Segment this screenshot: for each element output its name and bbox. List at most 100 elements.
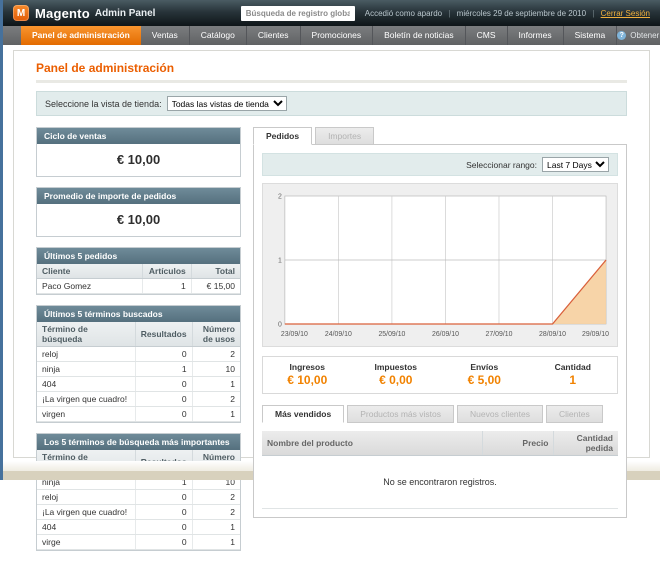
table-cell: 2 (192, 392, 240, 407)
total-cantidad: Cantidad1 (529, 362, 618, 387)
table-cell: 1 (192, 520, 240, 535)
magento-logo-icon: M (13, 5, 29, 21)
last-search-terms-box: Últimos 5 términos buscados Término de b… (36, 305, 241, 423)
nav-item-cms[interactable]: CMS (466, 26, 508, 45)
table-cell: 0 (135, 407, 192, 422)
total-label: Cantidad (529, 362, 618, 372)
global-search-input[interactable] (241, 6, 355, 21)
table-cell: 404 (37, 520, 135, 535)
total-label: Impuestos (352, 362, 441, 372)
dashboard-left-column: Ciclo de ventas € 10,00 Promedio de impo… (36, 127, 241, 561)
page-help-link[interactable]: ? Obtener ayuda para esta página (617, 26, 660, 45)
table-cell: reloj (37, 347, 135, 362)
total-envios: Envíos€ 5,00 (440, 362, 529, 387)
nav-item-clientes[interactable]: Clientes (247, 26, 301, 45)
brand-suffix: Admin Panel (95, 8, 156, 19)
nav-item-sistema[interactable]: Sistema (564, 26, 618, 45)
column-header-total: Total (191, 264, 240, 279)
total-value: € 0,00 (352, 373, 441, 387)
table-row: reloj02 (37, 490, 240, 505)
lifetime-sales-value: € 10,00 (37, 144, 240, 176)
table-cell: 0 (135, 535, 192, 550)
table-cell: 0 (135, 490, 192, 505)
range-select[interactable]: Last 7 Days (542, 157, 609, 172)
nav-item-boletin-de-noticias[interactable]: Boletín de noticias (373, 26, 465, 45)
table-cell: 2 (192, 347, 240, 362)
empty-grid-message: No se encontraron registros. (262, 456, 618, 509)
lifetime-sales-box: Ciclo de ventas € 10,00 (36, 127, 241, 177)
table-cell: ¡La virgen que cuadro! (37, 505, 135, 520)
total-label: Envíos (440, 362, 529, 372)
bestsellers-grid: Nombre del productoPrecioCantidad pedida… (262, 431, 618, 509)
range-bar: Seleccionar rango: Last 7 Days (262, 153, 618, 176)
table-cell: 10 (192, 362, 240, 377)
svg-text:2: 2 (278, 193, 282, 200)
table-cell: 0 (135, 392, 192, 407)
grid-tab-clientes[interactable]: Clientes (546, 405, 603, 423)
current-date: miércoles 29 de septiembre de 2010 (457, 9, 586, 18)
table-cell: 1 (192, 377, 240, 392)
last-orders-box: Últimos 5 pedidos ClienteArtículosTotalP… (36, 247, 241, 295)
table-row: reloj02 (37, 347, 240, 362)
column-header-cantidad-pedida: Cantidad pedida (554, 431, 618, 456)
average-orders-box: Promedio de importe de pedidos € 10,00 (36, 187, 241, 237)
svg-text:28/09/10: 28/09/10 (539, 331, 566, 338)
grid-tab-mas-vendidos[interactable]: Más vendidos (262, 405, 344, 423)
table-row: virge01 (37, 535, 240, 550)
table-cell: 0 (135, 377, 192, 392)
table-cell: € 15,00 (191, 279, 240, 294)
tab-importes[interactable]: Importes (315, 127, 374, 145)
column-header-precio: Precio (483, 431, 554, 456)
help-icon: ? (617, 31, 626, 40)
top-search-terms-box: Los 5 términos de búsqueda más important… (36, 433, 241, 551)
total-impuestos: Impuestos€ 0,00 (352, 362, 441, 387)
nav-item-panel-de-administracion[interactable]: Panel de administración (21, 26, 141, 45)
grid-tabs: Más vendidosProductos más vistosNuevos c… (262, 405, 618, 423)
table-cell: 2 (192, 505, 240, 520)
table-cell: 404 (37, 377, 135, 392)
table-row: Paco Gomez1€ 15,00 (37, 279, 240, 294)
total-value: € 5,00 (440, 373, 529, 387)
table-cell: virge (37, 535, 135, 550)
column-header-resultados: Resultados (135, 322, 192, 347)
total-value: 1 (529, 373, 618, 387)
svg-text:29/09/10: 29/09/10 (582, 331, 609, 338)
column-header-termino-de-busqueda: Término de búsqueda (37, 322, 135, 347)
total-ingresos: Ingresos€ 10,00 (263, 362, 352, 387)
average-orders-title: Promedio de importe de pedidos (37, 188, 240, 204)
column-header-articulos: Artículos (143, 264, 192, 279)
nav-item-catalogo[interactable]: Catálogo (190, 26, 247, 45)
svg-text:24/09/10: 24/09/10 (325, 331, 352, 338)
table-cell: Paco Gomez (37, 279, 143, 294)
title-divider (36, 80, 627, 83)
total-label: Ingresos (263, 362, 352, 372)
range-label: Seleccionar rango: (466, 160, 537, 170)
table-row: ¡La virgen que cuadro!02 (37, 505, 240, 520)
svg-text:26/09/10: 26/09/10 (432, 331, 459, 338)
svg-text:0: 0 (278, 321, 282, 328)
last-orders-table: ClienteArtículosTotalPaco Gomez1€ 15,00 (37, 264, 240, 294)
nav-item-informes[interactable]: Informes (508, 26, 564, 45)
table-cell: 1 (192, 407, 240, 422)
table-cell: 2 (192, 490, 240, 505)
logged-in-as: Accedió como apardo (365, 9, 442, 18)
grid-tab-productos-mas-vistos[interactable]: Productos más vistos (347, 405, 454, 423)
grid-tab-nuevos-clientes[interactable]: Nuevos clientes (457, 405, 543, 423)
table-cell: ninja (37, 362, 135, 377)
nav-item-promociones[interactable]: Promociones (301, 26, 374, 45)
table-cell: ¡La virgen que cuadro! (37, 392, 135, 407)
svg-text:1: 1 (278, 257, 282, 264)
lifetime-sales-title: Ciclo de ventas (37, 128, 240, 144)
nav-item-ventas[interactable]: Ventas (141, 26, 190, 45)
store-view-select[interactable]: Todas las vistas de tienda (167, 96, 287, 111)
svg-text:25/09/10: 25/09/10 (378, 331, 405, 338)
logout-link[interactable]: Cerrar Sesión (601, 9, 650, 18)
tab-pedidos[interactable]: Pedidos (253, 127, 312, 145)
average-orders-value: € 10,00 (37, 204, 240, 236)
page-title: Panel de administración (36, 61, 627, 75)
table-cell: 1 (143, 279, 192, 294)
content-wrapper: Panel de administración Seleccione la vi… (13, 50, 650, 458)
store-view-bar: Seleccione la vista de tienda: Todas las… (36, 91, 627, 116)
chart-panel: Seleccionar rango: Last 7 Days 01223/09/… (253, 144, 627, 518)
app-header: M Magento Admin Panel Accedió como apard… (3, 0, 660, 26)
